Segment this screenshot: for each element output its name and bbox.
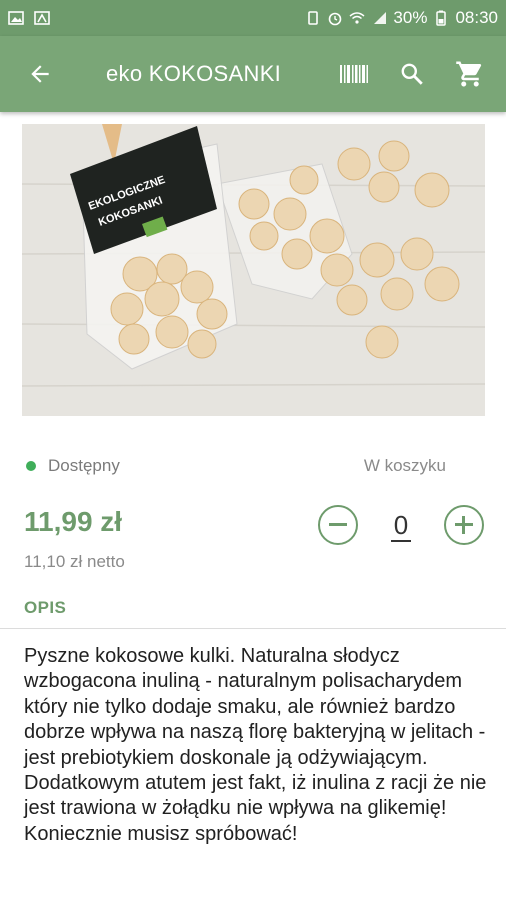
availability-dot — [26, 461, 36, 471]
decrease-quantity-button[interactable] — [318, 505, 358, 545]
clock: 08:30 — [455, 8, 498, 27]
back-arrow-icon — [31, 65, 49, 83]
search-button[interactable] — [390, 52, 434, 96]
product-image: EKOLOGICZNE KOKOSANKI — [22, 124, 485, 416]
alarm-icon — [329, 12, 342, 26]
price: 11,99 zł — [24, 506, 123, 537]
product-photo: EKOLOGICZNE KOKOSANKI — [22, 124, 485, 416]
availability-status: Dostępny — [48, 456, 120, 475]
price-netto: 11,10 zł netto — [24, 552, 125, 571]
image-icon — [8, 11, 24, 25]
vibrate-icon — [308, 11, 319, 25]
app-bar: eko KOKOSANKI — [0, 36, 506, 112]
battery-icon — [436, 10, 447, 26]
quantity-value[interactable]: 0 — [358, 509, 444, 542]
search-icon — [401, 63, 423, 85]
description-text: Pyszne kokosowe kulki. Naturalna słodycz… — [24, 645, 487, 845]
signal-icon — [374, 12, 387, 24]
increase-quantity-button[interactable] — [444, 505, 484, 545]
status-bar: 30% 08:30 — [0, 0, 506, 36]
cart-icon — [456, 61, 482, 87]
barcode-icon — [340, 65, 368, 83]
in-cart-label: W koszyku — [363, 456, 446, 475]
description-title: OPIS — [24, 598, 67, 617]
back-button[interactable] — [12, 46, 68, 102]
divider — [0, 628, 506, 629]
quantity-stepper: 0 — [318, 504, 484, 546]
page-title: eko KOKOSANKI — [106, 61, 282, 86]
wifi-icon — [349, 12, 365, 24]
flag-icon — [34, 11, 50, 25]
quantity-number: 0 — [390, 509, 412, 542]
cart-button[interactable] — [448, 52, 492, 96]
battery-percent: 30% — [393, 8, 428, 27]
barcode-button[interactable] — [332, 52, 376, 96]
